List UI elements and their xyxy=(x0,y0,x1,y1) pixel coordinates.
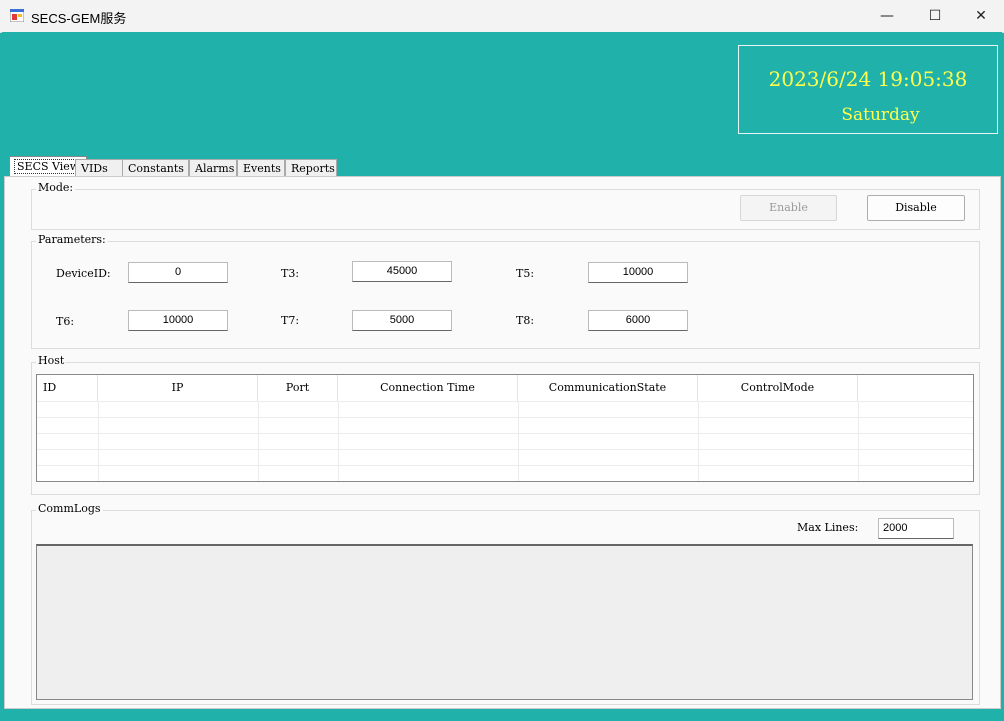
tab-events[interactable]: Events xyxy=(237,159,285,176)
column-header-control-mode[interactable]: ControlMode xyxy=(698,375,858,401)
clock-datetime: 2023/6/24 19:05:38 xyxy=(768,67,968,91)
table-row[interactable] xyxy=(37,401,973,418)
clock-panel: 2023/6/24 19:05:38 Saturday xyxy=(738,45,998,134)
column-header-port[interactable]: Port xyxy=(258,375,338,401)
column-divider xyxy=(98,401,99,481)
column-header-communication-state[interactable]: CommunicationState xyxy=(518,375,698,401)
device-id-field[interactable]: 0 xyxy=(128,262,228,283)
close-button[interactable]: ✕ xyxy=(958,0,1004,32)
t6-field[interactable]: 10000 xyxy=(128,310,228,331)
tab-alarms[interactable]: Alarms xyxy=(189,159,237,176)
t3-label: T3: xyxy=(281,267,300,280)
max-lines-field[interactable]: 2000 xyxy=(878,518,954,539)
column-divider xyxy=(518,401,519,481)
column-divider xyxy=(858,401,859,481)
app-icon xyxy=(10,9,24,22)
title-bar: SECS-GEM服务 — ☐ ✕ xyxy=(0,0,1004,33)
column-divider xyxy=(258,401,259,481)
t3-field[interactable]: 45000 xyxy=(352,261,452,282)
tab-vids[interactable]: VIDs xyxy=(75,159,123,176)
table-row[interactable] xyxy=(37,417,973,434)
comm-log-textbox[interactable] xyxy=(36,544,973,700)
column-header-ip[interactable]: IP xyxy=(98,375,258,401)
tab-label: SECS View xyxy=(13,159,83,174)
tab-constants[interactable]: Constants xyxy=(122,159,189,176)
window-title: SECS-GEM服务 xyxy=(31,11,127,26)
maximize-button[interactable]: ☐ xyxy=(912,0,958,32)
max-lines-label: Max Lines: xyxy=(797,521,859,534)
disable-button[interactable]: Disable xyxy=(867,195,965,221)
t7-label: T7: xyxy=(281,314,300,327)
clock-weekday: Saturday xyxy=(841,105,920,125)
device-id-label: DeviceID: xyxy=(56,267,111,280)
t8-label: T8: xyxy=(516,314,535,327)
table-row[interactable] xyxy=(37,449,973,466)
column-header-id[interactable]: ID xyxy=(37,375,98,401)
host-table[interactable]: ID IP Port Connection Time Communication… xyxy=(36,374,974,482)
t6-label: T6: xyxy=(56,315,75,328)
host-legend: Host xyxy=(36,354,67,367)
t5-field[interactable]: 10000 xyxy=(588,262,688,283)
t7-field[interactable]: 5000 xyxy=(352,310,452,331)
column-divider xyxy=(698,401,699,481)
mode-group xyxy=(31,189,980,230)
mode-legend: Mode: xyxy=(36,181,76,194)
column-divider xyxy=(338,401,339,481)
commlogs-legend: CommLogs xyxy=(36,502,103,515)
parameters-group xyxy=(31,241,980,349)
t8-field[interactable]: 6000 xyxy=(588,310,688,331)
parameters-legend: Parameters: xyxy=(36,233,108,246)
column-header-filler xyxy=(858,375,973,401)
tab-reports[interactable]: Reports xyxy=(285,159,337,176)
table-row[interactable] xyxy=(37,433,973,450)
column-header-connection-time[interactable]: Connection Time xyxy=(338,375,518,401)
minimize-button[interactable]: — xyxy=(864,0,910,32)
t5-label: T5: xyxy=(516,267,535,280)
enable-button[interactable]: Enable xyxy=(740,195,837,221)
table-row[interactable] xyxy=(37,465,973,481)
